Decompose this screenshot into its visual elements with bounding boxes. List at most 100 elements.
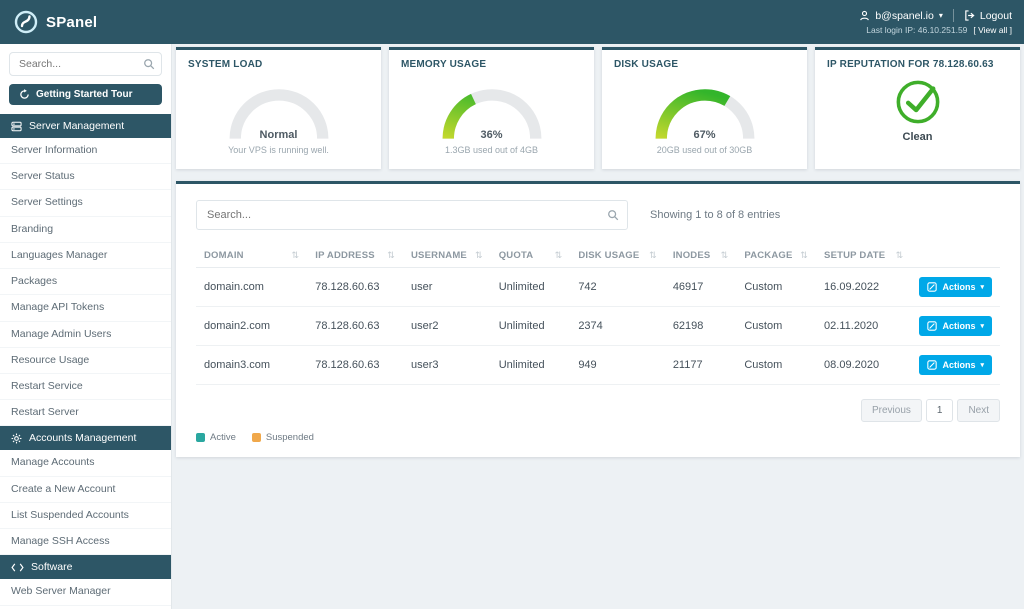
user-menu[interactable]: b@spanel.io ▾ (859, 10, 943, 22)
column-header-setup-date[interactable]: Setup Date ⇅ (816, 244, 912, 268)
pagination-page-1[interactable]: 1 (925, 399, 954, 422)
pagination-previous[interactable]: Previous (860, 399, 922, 422)
sidebar-item-softaculous-one-click-installer[interactable]: Softaculous One Click Installer (0, 606, 171, 609)
section-label: Software (31, 561, 73, 574)
sidebar-item-manage-admin-users[interactable]: Manage Admin Users (0, 322, 171, 348)
column-label: Inodes (672, 250, 711, 261)
actions-button[interactable]: Actions ▾ (919, 355, 992, 375)
column-header-username[interactable]: Username ⇅ (403, 244, 491, 268)
cell-quota: Unlimited (490, 267, 571, 307)
sort-icon: ⇅ (387, 250, 395, 260)
sidebar-item-create-a-new-account[interactable]: Create a New Account (0, 477, 171, 503)
showing-entries: Showing 1 to 8 of 8 entries (650, 209, 781, 221)
cell-domain: domain3.com (196, 345, 308, 385)
sidebar-section-software[interactable]: Software (0, 555, 171, 580)
legend-label: Suspended (265, 432, 314, 443)
sidebar-section-server-management[interactable]: Server Management (0, 114, 171, 138)
cell-actions: Actions ▾ (911, 306, 1000, 346)
cell-domain: domain.com (196, 267, 308, 307)
actions-button[interactable]: Actions ▾ (919, 277, 992, 297)
cell-quota: Unlimited (490, 306, 571, 346)
card-system-load: SYSTEM LOAD Normal Your VPS is running wel… (176, 47, 381, 169)
cell-actions: Actions ▾ (911, 267, 1000, 307)
table-search-input[interactable] (196, 200, 628, 230)
main-content: SYSTEM LOAD Normal Your VPS is running wel… (172, 44, 1024, 609)
sidebar-item-languages-manager[interactable]: Languages Manager (0, 243, 171, 270)
logout-icon (964, 10, 975, 21)
column-header-inodes[interactable]: Inodes ⇅ (664, 244, 737, 268)
sort-icon: ⇅ (554, 250, 563, 260)
sidebar-item-manage-accounts[interactable]: Manage Accounts (0, 450, 171, 477)
column-label: Setup Date (824, 250, 886, 261)
legend-label: Active (210, 432, 236, 443)
sidebar-search-input[interactable] (9, 52, 162, 76)
sidebar-search (9, 52, 162, 76)
gauge-subtitle: 1.3GB used out of 4GB (444, 145, 539, 155)
logout-button[interactable]: Logout (964, 10, 1012, 22)
accounts-table: Domain ⇅ IP Address ⇅ Username ⇅ Quota ⇅ Disk Us… (196, 244, 1000, 385)
column-label: Quota (498, 250, 534, 261)
sidebar-item-server-settings[interactable]: Server Settings (0, 190, 171, 217)
legend-suspended: Suspended (251, 432, 314, 443)
column-label: Disk Usage (578, 250, 640, 261)
gauge: 36% (426, 73, 558, 143)
cell-setup-date: 08.09.2020 (816, 345, 912, 385)
column-header-package[interactable]: Package ⇅ (736, 244, 817, 268)
person-icon (859, 10, 870, 21)
sidebar-item-restart-server[interactable]: Restart Server (0, 400, 171, 427)
table-row: domain2.com 78.128.60.63 user2 Unlimited 237… (196, 306, 1000, 346)
sidebar-item-server-information[interactable]: Server Information (0, 138, 171, 165)
spanel-logo-icon (14, 10, 38, 34)
pagination-next[interactable]: Next (957, 399, 1000, 422)
column-header-disk-usage[interactable]: Disk Usage ⇅ (570, 244, 665, 268)
cell-ip: 78.128.60.63 (307, 306, 403, 346)
actions-button[interactable]: Actions ▾ (919, 316, 992, 336)
cell-package: Custom (736, 345, 817, 385)
edit-icon (927, 321, 938, 331)
check-circle-icon (893, 77, 943, 127)
gauge: 67% (639, 73, 771, 143)
chevron-down-icon: ▾ (980, 323, 984, 330)
code-icon (11, 563, 24, 572)
sidebar-item-list-suspended-accounts[interactable]: List Suspended Accounts (0, 503, 171, 530)
column-header-ip-address[interactable]: IP Address ⇅ (307, 244, 403, 268)
tour-button-label: Getting Started Tour (36, 89, 133, 100)
sort-icon: ⇅ (291, 250, 300, 260)
cell-setup-date: 02.11.2020 (816, 306, 912, 346)
pagination: Previous 1 Next (196, 399, 1000, 422)
cell-username: user3 (403, 345, 491, 385)
brand-name: SPanel (46, 13, 98, 31)
sidebar-item-manage-api-tokens[interactable]: Manage API Tokens (0, 295, 171, 322)
card-title: SYSTEM LOAD (188, 59, 263, 70)
edit-icon (927, 360, 938, 370)
gauge: Normal (213, 73, 345, 143)
cell-username: user2 (403, 306, 491, 346)
sidebar-item-resource-usage[interactable]: Resource Usage (0, 348, 171, 374)
brand[interactable]: SPanel (14, 10, 97, 34)
stat-cards: SYSTEM LOAD Normal Your VPS is running wel… (176, 47, 1020, 169)
card-disk-usage: DISK USAGE 67% 20GB used out of 30GB (602, 47, 807, 169)
cell-setup-date: 16.09.2022 (816, 267, 912, 307)
cell-username: user (403, 267, 491, 307)
sidebar-item-server-status[interactable]: Server Status (0, 164, 171, 191)
gauge-value: 67% (693, 128, 716, 141)
gear-icon (11, 433, 22, 444)
cell-domain: domain2.com (196, 306, 308, 346)
column-label: Username (411, 250, 467, 261)
sidebar-item-packages[interactable]: Packages (0, 269, 171, 296)
view-all-link[interactable]: [ View all ] (973, 25, 1012, 35)
column-header-quota[interactable]: Quota ⇅ (490, 244, 571, 268)
last-login-ip: Last login IP: 46.10.251.59 (866, 25, 968, 35)
sidebar-item-manage-ssh-access[interactable]: Manage SSH Access (0, 529, 171, 556)
gauge-subtitle: Your VPS is running well. (228, 145, 329, 155)
sidebar-section-accounts-management[interactable]: Accounts Management (0, 426, 171, 451)
sidebar-item-web-server-manager[interactable]: Web Server Manager (0, 579, 171, 606)
status-legend: Active Suspended (196, 432, 1000, 443)
column-header-domain[interactable]: Domain ⇅ (196, 244, 308, 268)
sidebar-item-branding[interactable]: Branding (0, 217, 171, 243)
sidebar-item-restart-service[interactable]: Restart Service (0, 374, 171, 401)
topbar: SPanel b@spanel.io ▾ Logout Last login I… (0, 0, 1024, 44)
gauge-subtitle: 20GB used out of 30GB (656, 145, 753, 155)
legend-swatch (196, 433, 205, 442)
getting-started-tour-button[interactable]: Getting Started Tour (9, 84, 162, 105)
